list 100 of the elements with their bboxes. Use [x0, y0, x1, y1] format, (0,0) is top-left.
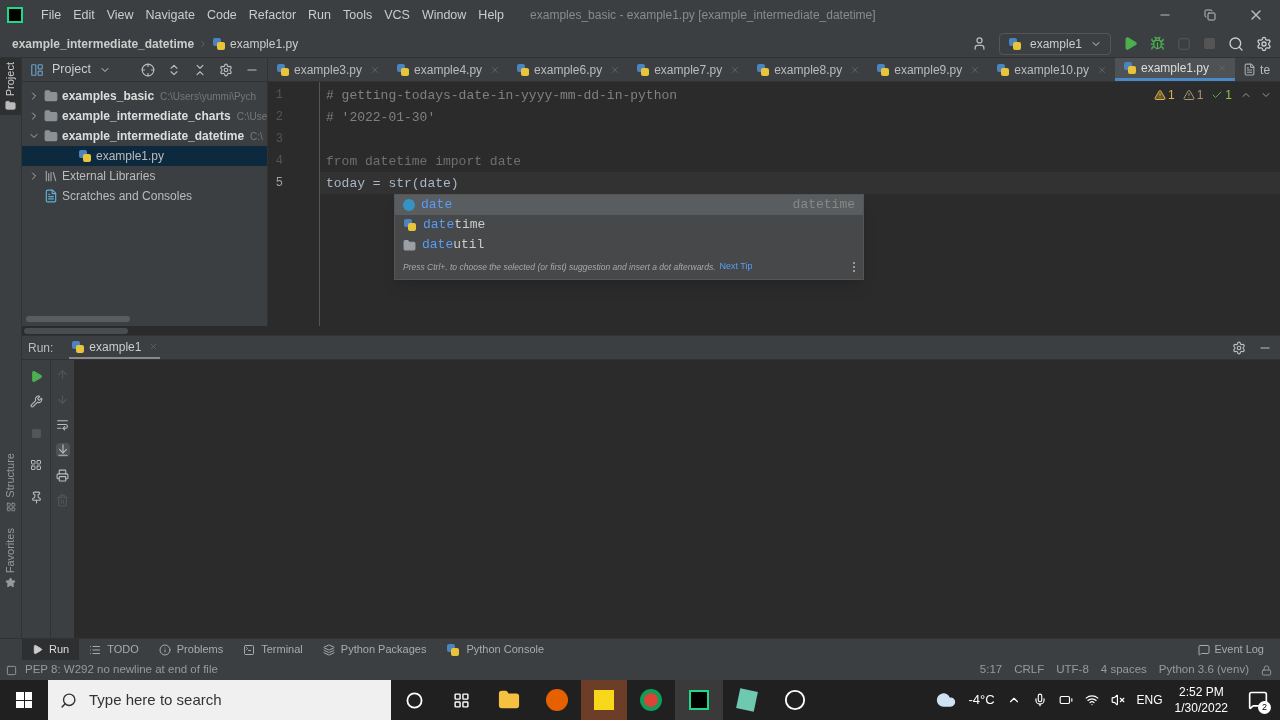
tool-window-tab[interactable]: Terminal: [233, 639, 313, 660]
editor-tab[interactable]: example1.py: [1115, 58, 1236, 81]
tool-window-tab[interactable]: Problems: [148, 639, 234, 660]
collapse-all-icon[interactable]: [193, 62, 207, 77]
run-icon[interactable]: [1123, 36, 1138, 51]
editor-tab[interactable]: example3.py: [268, 58, 389, 81]
menu-item[interactable]: Tools: [337, 5, 379, 25]
menu-item[interactable]: Refactor: [242, 5, 303, 25]
locate-icon[interactable]: [141, 62, 155, 77]
next-tip-link[interactable]: Next Tip: [719, 260, 753, 274]
user-icon[interactable]: [971, 36, 987, 51]
search-icon: [60, 691, 77, 709]
editor-tab[interactable]: example8.py: [748, 58, 869, 81]
scrollbar[interactable]: [26, 316, 130, 322]
module-icon: [403, 218, 417, 232]
temperature[interactable]: -4°C: [968, 690, 995, 710]
file-explorer-icon[interactable]: [498, 689, 520, 711]
list-icon: [89, 643, 102, 656]
tree-item[interactable]: External Libraries: [22, 166, 267, 186]
libraries-icon: [44, 169, 58, 183]
tool-window-tab[interactable]: Run: [22, 639, 80, 660]
browser-icon[interactable]: [546, 689, 568, 711]
menu-item[interactable]: File: [35, 5, 68, 25]
status-item[interactable]: 4 spaces: [1100, 661, 1147, 679]
soft-wrap-icon[interactable]: [56, 418, 69, 431]
code-line: # getting-todays-date-in-yyyy-mm-dd-in-python: [326, 88, 678, 103]
notifications-icon[interactable]: [1248, 690, 1268, 710]
settings-icon[interactable]: [219, 62, 233, 77]
settings-icon[interactable]: [1232, 340, 1246, 355]
tree-item[interactable]: example1.py: [22, 146, 267, 166]
completion-item[interactable]: datetime: [395, 215, 863, 235]
language-indicator[interactable]: ENG: [1136, 691, 1163, 709]
project-stripe-button[interactable]: Project: [0, 58, 21, 116]
python-file-icon: [212, 36, 227, 51]
cortana-icon[interactable]: [406, 691, 423, 709]
editor-tab[interactable]: example6.py: [508, 58, 629, 81]
app-icon[interactable]: [736, 688, 758, 712]
clock[interactable]: 2:52 PM 1/30/2022: [1174, 684, 1228, 716]
python-file-icon: [756, 62, 771, 77]
python-file-icon: [996, 62, 1011, 77]
event-log-button[interactable]: Event Log: [1198, 641, 1264, 658]
stripe-button[interactable]: Structure: [2, 453, 19, 512]
restore-icon[interactable]: [1204, 9, 1216, 21]
wrench-icon[interactable]: [29, 395, 43, 408]
toggle-tool-windows-icon[interactable]: [6, 664, 17, 676]
debug-icon[interactable]: [1150, 36, 1165, 51]
status-item[interactable]: UTF-8: [1056, 661, 1089, 679]
menu-item[interactable]: Help: [472, 5, 511, 25]
project-view-title[interactable]: Project: [52, 60, 91, 79]
editor-tab[interactable]: example4.py: [388, 58, 509, 81]
weak-warning-icon: [1182, 89, 1195, 101]
tool-window-tab[interactable]: TODO: [79, 639, 149, 660]
tool-window-tab[interactable]: Python Console: [436, 639, 555, 660]
folder-icon: [44, 129, 58, 143]
editor-tab[interactable]: example7.py: [628, 58, 749, 81]
taskbar-search-field[interactable]: Type here to search: [48, 680, 391, 720]
speech-bubble-icon: [1198, 643, 1211, 656]
menu-item[interactable]: Navigate: [139, 5, 201, 25]
tree-item[interactable]: examples_basic C:\Users\yummi\Pych: [22, 86, 267, 106]
tree-item-label: examples_basic: [62, 88, 155, 105]
mute-icon[interactable]: [1110, 693, 1125, 707]
menu-item[interactable]: VCS: [378, 5, 416, 25]
run-panel-label: Run:: [28, 339, 54, 357]
print-icon[interactable]: [56, 469, 69, 482]
task-view-icon[interactable]: [453, 691, 470, 709]
menu-item[interactable]: Run: [302, 5, 337, 25]
menu-item[interactable]: Code: [200, 5, 243, 25]
run-configuration-dropdown[interactable]: example1: [998, 32, 1111, 55]
lock-icon[interactable]: [1261, 664, 1272, 676]
editor-tab[interactable]: example10.py: [988, 58, 1115, 81]
menu-item[interactable]: Window: [415, 5, 473, 25]
stripe-button[interactable]: Favorites: [2, 527, 19, 588]
inspection-counter[interactable]: 1: [1182, 86, 1204, 104]
inspection-counter[interactable]: 1: [1211, 86, 1232, 104]
status-item[interactable]: 5:17: [979, 661, 1003, 679]
menu-item[interactable]: Edit: [67, 5, 101, 25]
rerun-icon[interactable]: [29, 370, 43, 383]
breadcrumb-item[interactable]: example1.py: [230, 34, 299, 53]
layout-icon[interactable]: [30, 459, 42, 471]
scroll-to-end-icon[interactable]: [55, 443, 70, 457]
pin-icon[interactable]: [29, 491, 43, 504]
tree-item[interactable]: Scratches and Consoles: [22, 186, 267, 206]
terminal-icon: [243, 643, 256, 656]
tool-window-tab[interactable]: Python Packages: [312, 639, 437, 660]
folder-icon: [5, 100, 16, 112]
scrollbar[interactable]: [24, 327, 128, 334]
completion-item[interactable]: dateutil: [395, 235, 863, 255]
status-item[interactable]: CRLF: [1014, 661, 1045, 679]
battery-icon[interactable]: [1058, 693, 1073, 707]
menu-item[interactable]: View: [100, 5, 140, 25]
wifi-icon[interactable]: [1084, 693, 1099, 707]
editor-tab[interactable]: example9.py: [868, 58, 989, 81]
microphone-icon[interactable]: [1032, 693, 1047, 707]
settings-icon[interactable]: [1256, 35, 1272, 52]
weather-icon[interactable]: [936, 690, 957, 710]
breadcrumb-item[interactable]: example_intermediate_datetime: [12, 34, 195, 53]
search-icon[interactable]: [1228, 35, 1244, 52]
editor-tab[interactable]: te: [1235, 58, 1279, 81]
inspection-counter[interactable]: 1: [1153, 86, 1175, 104]
status-item[interactable]: Python 3.6 (venv): [1158, 661, 1249, 679]
